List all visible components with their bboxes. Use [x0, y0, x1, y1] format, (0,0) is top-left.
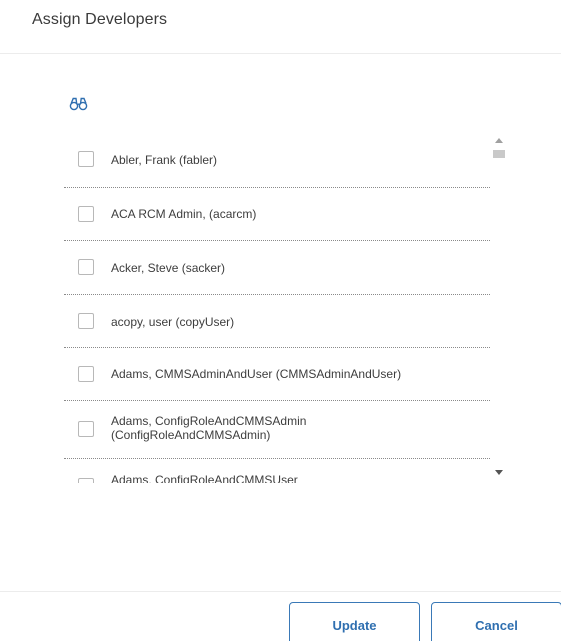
- dialog-title: Assign Developers: [32, 11, 168, 28]
- assign-developers-dialog: Assign Developers Abler, Frank (fabler) …: [0, 0, 561, 641]
- cancel-button[interactable]: Cancel: [431, 602, 561, 641]
- row-checkbox[interactable]: [78, 366, 94, 382]
- list-item-label: Acker, Steve (sacker): [111, 261, 226, 275]
- list-item-label: Abler, Frank (fabler): [111, 153, 218, 167]
- list-item[interactable]: Adams, ConfigRoleAndCMMSAdmin (ConfigRol…: [64, 401, 490, 459]
- list-item-label: acopy, user (copyUser): [111, 315, 235, 329]
- list-item[interactable]: Abler, Frank (fabler): [64, 133, 490, 188]
- row-checkbox[interactable]: [78, 206, 94, 222]
- list-item[interactable]: Adams, CMMSAdminAndUser (CMMSAdminAndUse…: [64, 348, 490, 401]
- row-checkbox[interactable]: [78, 151, 94, 167]
- developer-list[interactable]: Abler, Frank (fabler) ACA RCM Admin, (ac…: [64, 133, 490, 483]
- row-checkbox[interactable]: [78, 313, 94, 329]
- list-item-label: ACA RCM Admin, (acarcm): [111, 207, 257, 221]
- row-checkbox[interactable]: [78, 478, 94, 483]
- update-button[interactable]: Update: [289, 602, 420, 641]
- list-item-label: Adams, ConfigRoleAndCMMSUser: [111, 473, 298, 483]
- search-button[interactable]: [68, 95, 90, 113]
- list-item[interactable]: ACA RCM Admin, (acarcm): [64, 188, 490, 241]
- list-item[interactable]: Adams, ConfigRoleAndCMMSUser: [64, 459, 490, 483]
- list-item-label: Adams, CMMSAdminAndUser (CMMSAdminAndUse…: [111, 367, 402, 381]
- row-checkbox[interactable]: [78, 259, 94, 275]
- dialog-header: Assign Developers: [0, 0, 561, 54]
- scroll-up-arrow-icon[interactable]: [495, 138, 503, 143]
- developer-list-container: Abler, Frank (fabler) ACA RCM Admin, (ac…: [64, 133, 510, 483]
- list-item[interactable]: Acker, Steve (sacker): [64, 241, 490, 295]
- list-scrollbar[interactable]: [492, 133, 508, 483]
- scroll-thumb[interactable]: [493, 150, 505, 158]
- list-item-label: Adams, ConfigRoleAndCMMSAdmin (ConfigRol…: [111, 414, 307, 442]
- row-checkbox[interactable]: [78, 421, 94, 437]
- scroll-down-arrow-icon[interactable]: [495, 470, 503, 475]
- list-item[interactable]: acopy, user (copyUser): [64, 295, 490, 348]
- binoculars-icon: [69, 97, 88, 111]
